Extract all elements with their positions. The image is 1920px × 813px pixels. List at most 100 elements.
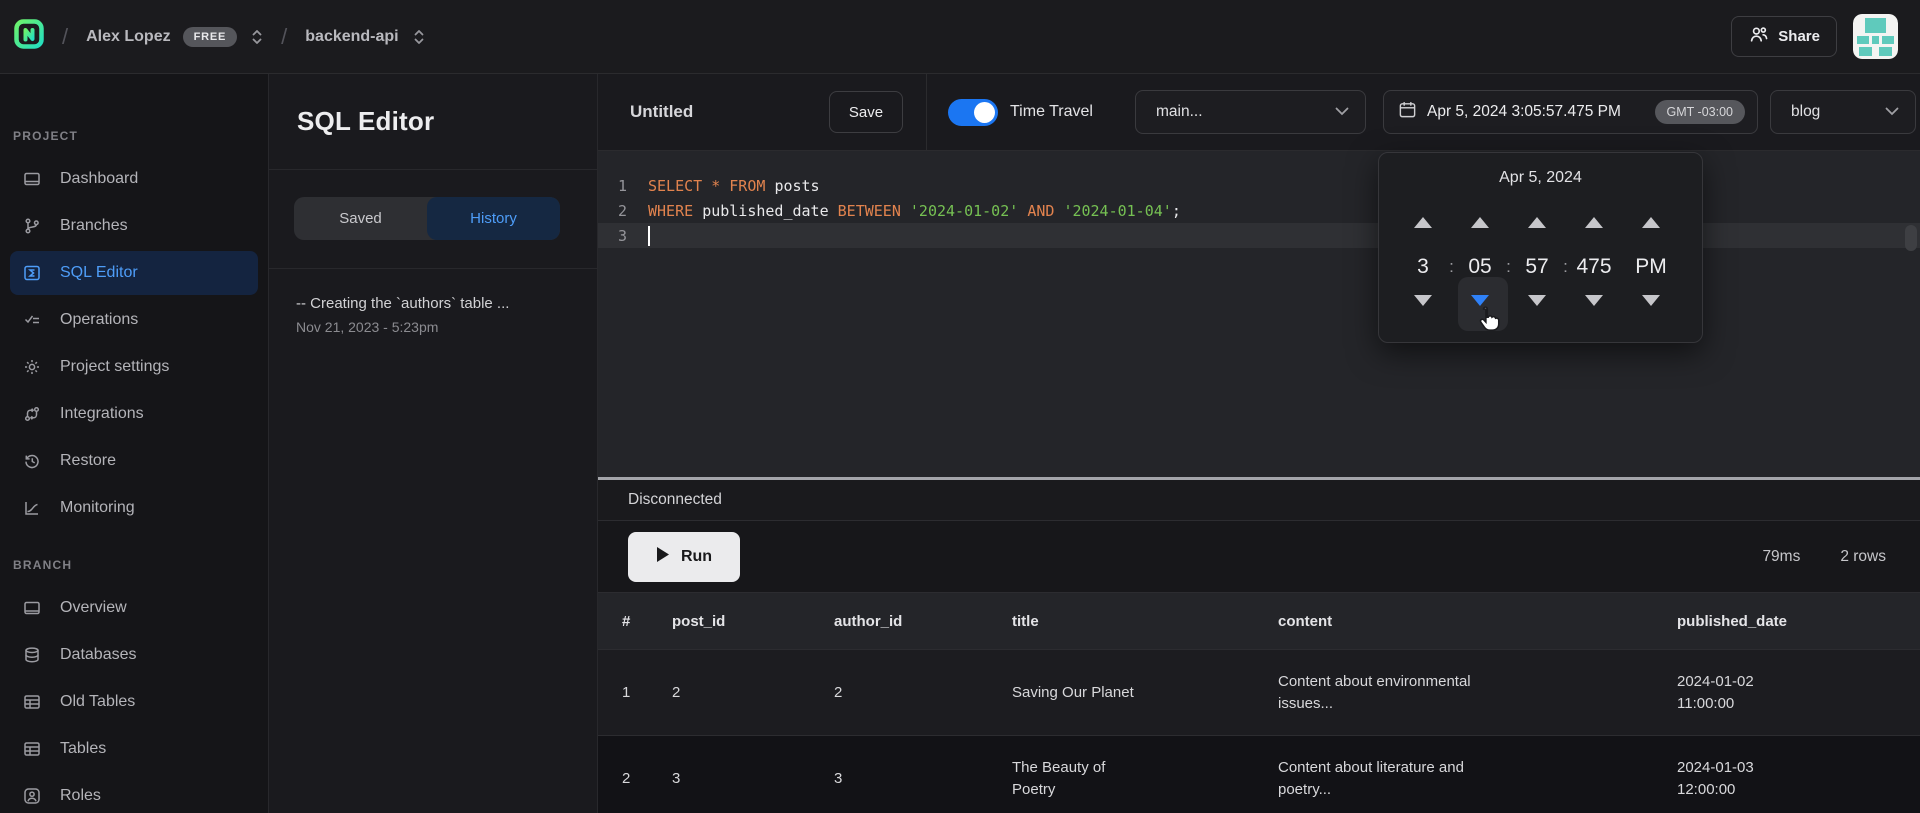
meridiem-increment-icon[interactable] xyxy=(1642,217,1660,228)
sidebar-item-monitoring[interactable]: Monitoring xyxy=(10,486,258,530)
sql-string: '2024-01-04' xyxy=(1063,202,1171,220)
sidebar-item-integrations[interactable]: Integrations xyxy=(10,392,258,436)
meridiem-value: PM xyxy=(1629,249,1673,285)
save-button[interactable]: Save xyxy=(829,91,903,133)
sidebar-item-operations[interactable]: Operations xyxy=(10,298,258,342)
timezone-badge: GMT -03:00 xyxy=(1655,100,1745,124)
text-cursor xyxy=(648,226,650,246)
database-icon xyxy=(22,645,42,665)
sidebar-section-branch: BRANCH xyxy=(13,558,268,574)
column-header-title: title xyxy=(988,593,1254,650)
share-label: Share xyxy=(1778,28,1820,45)
calendar-icon xyxy=(1398,100,1417,124)
cell-author-id: 2 xyxy=(810,650,988,736)
sidebar-item-branches[interactable]: Branches xyxy=(10,204,258,248)
cell-index: 1 xyxy=(598,650,648,736)
cell-author-id: 3 xyxy=(810,736,988,813)
cell-published-date: 2024-01-02 11:00:00 xyxy=(1653,650,1920,736)
editor-scrollbar-thumb[interactable] xyxy=(1905,225,1917,251)
roles-user-icon xyxy=(22,786,42,806)
sql-identifier: posts xyxy=(774,177,819,195)
minute-decrement-icon[interactable] xyxy=(1471,295,1489,306)
chevron-down-icon xyxy=(1335,103,1349,121)
page-title: SQL Editor xyxy=(297,106,434,137)
branch-selector[interactable]: main... xyxy=(1135,90,1366,134)
breadcrumb-separator: / xyxy=(281,24,287,50)
sql-code-editor[interactable]: 1 SELECT * FROM posts 2 WHERE published_… xyxy=(598,151,1920,477)
toggle-knob xyxy=(974,102,995,123)
time-travel-toggle[interactable] xyxy=(948,99,998,126)
millisecond-increment-icon[interactable] xyxy=(1585,217,1603,228)
sidebar-item-dashboard[interactable]: Dashboard xyxy=(10,157,258,201)
sidebar: PROJECT Dashboard Branches xyxy=(0,74,269,813)
column-header-index: # xyxy=(598,593,648,650)
run-button[interactable]: Run xyxy=(628,532,740,582)
second-decrement-icon[interactable] xyxy=(1528,295,1546,306)
sql-keyword: AND xyxy=(1027,202,1054,220)
org-switcher[interactable]: Alex Lopez FREE xyxy=(86,27,263,47)
column-header-content: content xyxy=(1254,593,1653,650)
code-line: 2 WHERE published_date BETWEEN '2024-01-… xyxy=(598,198,1920,223)
tab-history[interactable]: History xyxy=(427,197,560,240)
table-header-row: # post_id author_id title content publis… xyxy=(598,593,1920,650)
user-avatar[interactable] xyxy=(1853,14,1898,59)
overview-icon xyxy=(22,598,42,618)
popup-date-header: Apr 5, 2024 xyxy=(1379,169,1702,187)
share-button[interactable]: Share xyxy=(1731,16,1837,57)
sidebar-item-project-settings[interactable]: Project settings xyxy=(10,345,258,389)
sql-identifier: published_date xyxy=(702,202,828,220)
sidebar-item-tables[interactable]: Tables xyxy=(10,727,258,771)
restore-clock-icon xyxy=(22,451,42,471)
sidebar-item-old-tables[interactable]: Old Tables xyxy=(10,680,258,724)
hour-decrement-icon[interactable] xyxy=(1414,295,1432,306)
gear-icon xyxy=(22,357,42,377)
hour-increment-icon[interactable] xyxy=(1414,217,1432,228)
project-name: backend-api xyxy=(305,28,398,46)
org-name: Alex Lopez xyxy=(86,28,170,46)
breadcrumb-separator: / xyxy=(62,24,68,50)
line-number: 1 xyxy=(598,177,638,195)
chevron-updown-icon xyxy=(413,28,425,46)
history-list-item[interactable]: -- Creating the `authors` table ... Nov … xyxy=(269,295,597,335)
tab-saved[interactable]: Saved xyxy=(294,197,427,240)
sql-keyword: BETWEEN xyxy=(838,202,901,220)
main-content: Untitled Save Time Travel main... xyxy=(598,74,1920,813)
meridiem-decrement-icon[interactable] xyxy=(1642,295,1660,306)
history-query-timestamp: Nov 21, 2023 - 5:23pm xyxy=(296,319,570,335)
line-number: 3 xyxy=(598,227,638,245)
sidebar-item-databases[interactable]: Databases xyxy=(10,633,258,677)
top-header: / Alex Lopez FREE / backend-api xyxy=(0,0,1920,74)
query-name: Untitled xyxy=(630,102,693,122)
branches-icon xyxy=(22,216,42,236)
sidebar-item-overview[interactable]: Overview xyxy=(10,586,258,630)
sidebar-item-roles[interactable]: Roles xyxy=(10,774,258,813)
neon-logo-icon[interactable] xyxy=(14,19,44,54)
second-value: 57 xyxy=(1515,249,1559,285)
monitoring-chart-icon xyxy=(22,498,42,518)
row-count: 2 rows xyxy=(1840,548,1886,566)
project-switcher[interactable]: backend-api xyxy=(305,28,424,46)
minute-increment-icon[interactable] xyxy=(1471,217,1489,228)
cell-index: 2 xyxy=(598,736,648,813)
millisecond-decrement-icon[interactable] xyxy=(1585,295,1603,306)
chevron-updown-icon xyxy=(251,28,263,46)
connection-status: Disconnected xyxy=(628,491,722,509)
saved-history-tabs: Saved History xyxy=(294,197,560,240)
sidebar-item-sql-editor[interactable]: SQL Editor xyxy=(10,251,258,295)
column-header-post-id: post_id xyxy=(648,593,810,650)
hour-value: 3 xyxy=(1401,249,1445,285)
sidebar-item-restore[interactable]: Restore xyxy=(10,439,258,483)
minute-value: 05 xyxy=(1458,249,1502,285)
sql-editor-panel: SQL Editor Saved History -- Creating the… xyxy=(269,74,598,813)
database-selector[interactable]: blog xyxy=(1770,90,1916,134)
dashboard-icon xyxy=(22,169,42,189)
cell-title: Saving Our Planet xyxy=(988,650,1254,736)
code-line: 1 SELECT * FROM posts xyxy=(598,173,1920,198)
cell-title: The Beauty of Poetry xyxy=(988,736,1254,813)
table-grid-icon xyxy=(22,739,42,759)
toolbar-divider xyxy=(926,74,927,150)
column-header-published-date: published_date xyxy=(1653,593,1920,650)
datetime-picker-button[interactable]: Apr 5, 2024 3:05:57.475 PM GMT -03:00 xyxy=(1383,90,1758,134)
run-bar: Run 79ms 2 rows xyxy=(598,521,1920,592)
second-increment-icon[interactable] xyxy=(1528,217,1546,228)
